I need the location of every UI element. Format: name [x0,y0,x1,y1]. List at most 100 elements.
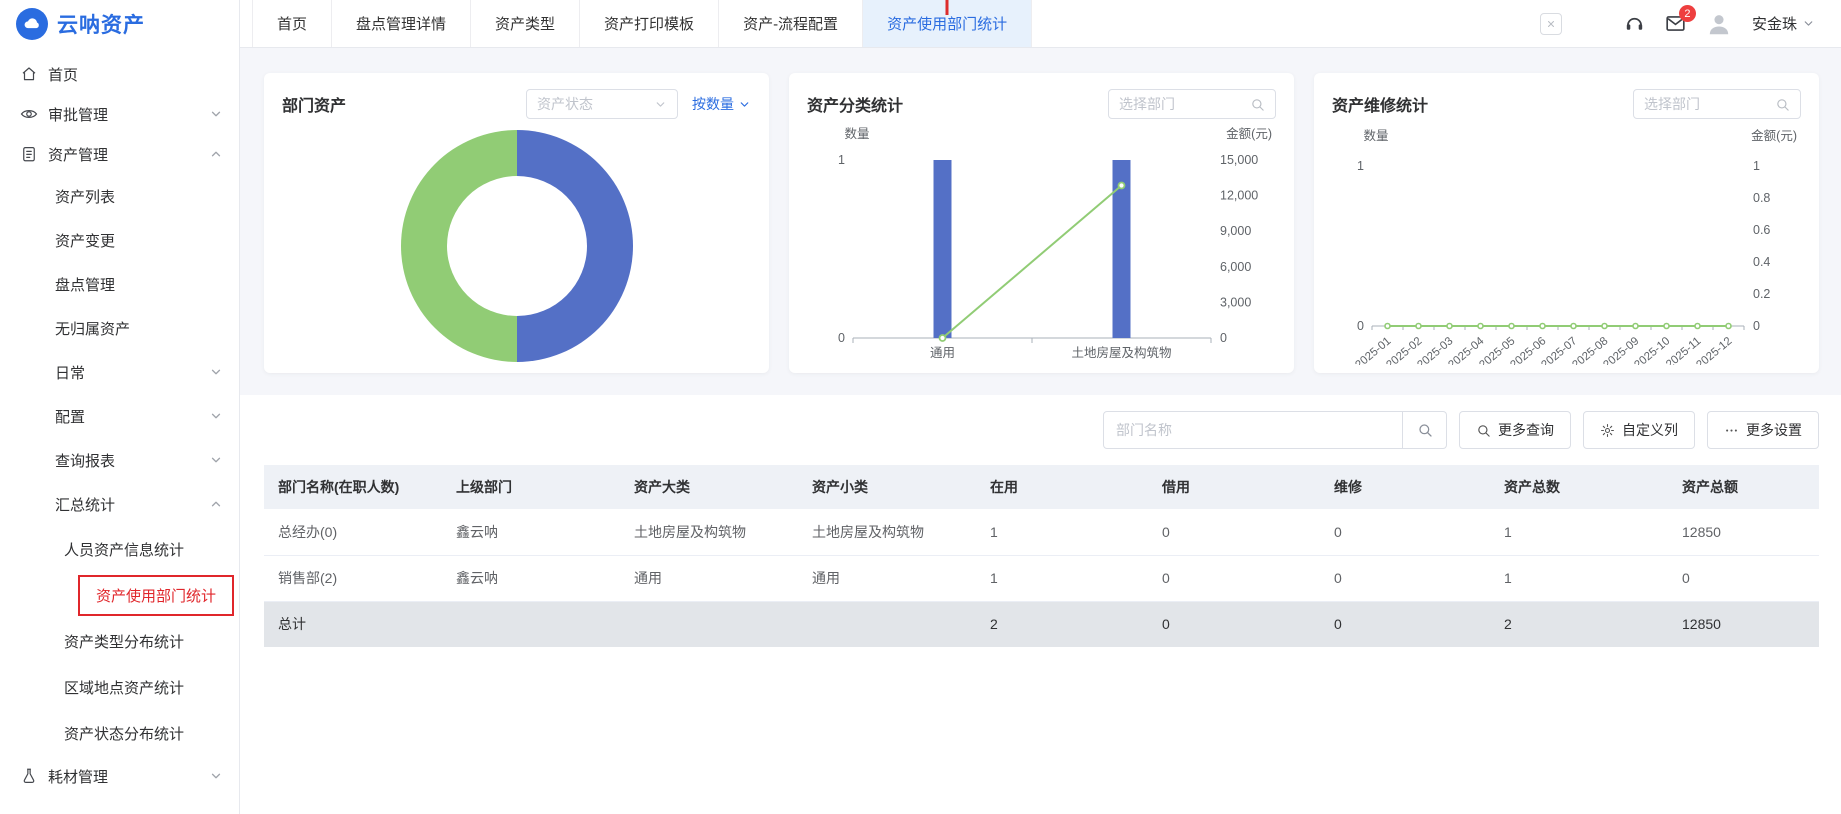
sidebar-item-盘点管理[interactable]: 盘点管理 [0,262,239,306]
sidebar-item-查询报表[interactable]: 查询报表 [0,438,239,482]
topbar: 首页 盘点管理详情 资产类型 资产打印模板 资产-流程配置 资产使用部门统计 2 安金珠 [240,0,1841,48]
table-cell [620,601,798,647]
svg-text:1: 1 [1357,159,1364,173]
table-row[interactable]: 销售部(2) 鑫云呐 通用 通用 1 0 0 1 0 [264,555,1819,602]
column-header: 在用 [976,465,1148,509]
svg-text:0.6: 0.6 [1753,223,1770,237]
mail-icon[interactable]: 2 [1665,5,1696,34]
svg-text:数量: 数量 [844,126,869,141]
button-label: 更多设置 [1746,422,1802,438]
tab-首页[interactable]: 首页 [252,0,333,47]
department-donut-chart [400,130,633,362]
search-button[interactable] [1403,411,1447,449]
sidebar-item-人员资产信息统计[interactable]: 人员资产信息统计 [0,526,239,572]
table-cell: 通用 [798,555,976,602]
eye-icon [20,105,38,123]
toolbar-button-更多设置[interactable]: 更多设置 [1707,411,1819,449]
search-icon [1417,422,1433,438]
sidebar-item-label: 资产列表 [55,188,116,206]
sidebar-item-资产状态分布统计[interactable]: 资产状态分布统计 [0,710,239,756]
dept-name-input[interactable] [1103,411,1403,449]
table-cell: 0 [1148,555,1320,602]
sidebar-item-区域地点资产统计[interactable]: 区域地点资产统计 [0,664,239,710]
sidebar-item-label: 配置 [55,408,86,426]
sidebar-item-label: 汇总统计 [55,496,116,514]
table-cell: 1 [1490,509,1668,556]
mail-badge: 2 [1678,5,1696,22]
table-cell: 1 [976,509,1148,556]
svg-text:15,000: 15,000 [1220,153,1258,167]
chevron-up-icon [209,497,223,511]
chevron-down-icon [209,769,223,783]
sidebar-item-资产列表[interactable]: 资产列表 [0,174,239,218]
asset-status-select[interactable]: 资产状态 [526,89,678,119]
sidebar-item-汇总统计[interactable]: 汇总统计 [0,482,239,526]
svg-text:0.2: 0.2 [1753,287,1770,301]
card-department-assets: 部门资产 资产状态 按数量 [264,73,769,373]
card-title: 资产分类统计 [807,98,904,115]
topbar-right: 2 安金珠 [1539,0,1841,47]
sidebar-item-配置[interactable]: 配置 [0,394,239,438]
column-header: 资产总数 [1490,465,1668,509]
svg-text:0.4: 0.4 [1753,255,1770,269]
sidebar-item-无归属资产[interactable]: 无归属资产 [0,306,239,350]
sidebar-item-资产管理[interactable]: 资产管理 [0,134,239,174]
sidebar-item-日常[interactable]: 日常 [0,350,239,394]
table-panel: 更多查询 自定义列 更多设置 部门名称(在职人数)上级部门资产大类资产小类在用借用维… [240,395,1841,814]
table-cell: 鑫云呐 [442,555,620,602]
column-header: 资产小类 [798,465,976,509]
table-cell: 0 [1320,555,1490,602]
headset-icon[interactable] [1624,13,1645,34]
tab-资产类型[interactable]: 资产类型 [471,0,581,47]
mode-toggle[interactable]: 按数量 [692,94,751,114]
dept-filter-input[interactable]: 选择部门 [1108,89,1276,119]
chevron-down-icon [209,409,223,423]
table-cell: 2 [1490,601,1668,647]
svg-text:金额(元): 金额(元) [1226,126,1272,141]
column-header: 资产总额 [1668,465,1819,509]
sidebar-item-审批管理[interactable]: 审批管理 [0,94,239,134]
svg-text:1: 1 [1753,159,1760,173]
sidebar-item-资产类型分布统计[interactable]: 资产类型分布统计 [0,618,239,664]
sidebar-item-label: 资产状态分布统计 [64,725,185,743]
main-area: 首页 盘点管理详情 资产类型 资产打印模板 资产-流程配置 资产使用部门统计 2 安金珠 [240,0,1841,814]
sidebar-item-耗材管理[interactable]: 耗材管理 [0,756,239,796]
sidebar-item-资产使用部门统计[interactable]: 资产使用部门统计 [0,572,239,618]
svg-text:0: 0 [1357,319,1364,333]
table-cell: 0 [1148,509,1320,556]
app-title: 云呐资产 [57,14,145,37]
user-menu[interactable]: 安金珠 [1752,13,1815,34]
sidebar-item-首页[interactable]: 首页 [0,54,239,94]
column-header: 资产大类 [620,465,798,509]
close-icon[interactable] [1539,12,1562,35]
svg-text:1: 1 [838,153,845,167]
mode-toggle-label: 按数量 [692,96,734,112]
table-cell: 通用 [620,555,798,602]
content: 部门资产 资产状态 按数量 资产分类统计 选择部门 数量 金额(元) 1 0 1… [240,48,1841,814]
chevron-down-icon [209,365,223,379]
user-avatar[interactable] [1706,11,1732,37]
tab-盘点管理详情[interactable]: 盘点管理详情 [332,0,472,47]
sidebar-item-label: 区域地点资产统计 [64,679,185,697]
table-total-row: 总计 2 0 0 2 12850 [264,601,1819,647]
repair-chart: 数量 金额(元) 1 0 1 0.8 0.6 0.4 0.2 0 2025-01 2025-02 202… [1332,120,1801,365]
tab-资产使用部门统计[interactable]: 资产使用部门统计 [863,0,1033,47]
table-row[interactable]: 总经办(0) 鑫云呐 土地房屋及构筑物 土地房屋及构筑物 1 0 0 1 12850 [264,509,1819,556]
tab-资产打印模板[interactable]: 资产打印模板 [580,0,720,47]
svg-text:2025-12: 2025-12 [1694,335,1734,365]
toolbar-buttons: 更多查询 自定义列 更多设置 [1459,411,1819,449]
department-stats-table: 部门名称(在职人数) 上级部门 资产大类 资产小类 在用 借用 维修 资产总数 资产总额 总经办… [264,465,1819,647]
chevron-down-icon [1802,17,1815,30]
sidebar-item-资产变更[interactable]: 资产变更 [0,218,239,262]
toolbar-button-自定义列[interactable]: 自定义列 [1583,411,1695,449]
svg-text:数量: 数量 [1363,128,1388,143]
category-chart: 数量 金额(元) 1 0 15,000 12,000 9,000 6,000 3,000 0 通用 土… [807,120,1276,365]
home-icon [20,65,38,83]
app-logo: 云呐资产 [0,0,239,48]
cards-row: 部门资产 资产状态 按数量 资产分类统计 选择部门 数量 金额(元) 1 0 1… [264,73,1819,373]
dept-filter-input[interactable]: 选择部门 [1633,89,1801,119]
dept-filter-placeholder: 选择部门 [1119,96,1175,112]
toolbar-button-更多查询[interactable]: 更多查询 [1459,411,1571,449]
svg-text:0: 0 [1220,331,1227,345]
tab-资产-流程配置[interactable]: 资产-流程配置 [719,0,864,47]
